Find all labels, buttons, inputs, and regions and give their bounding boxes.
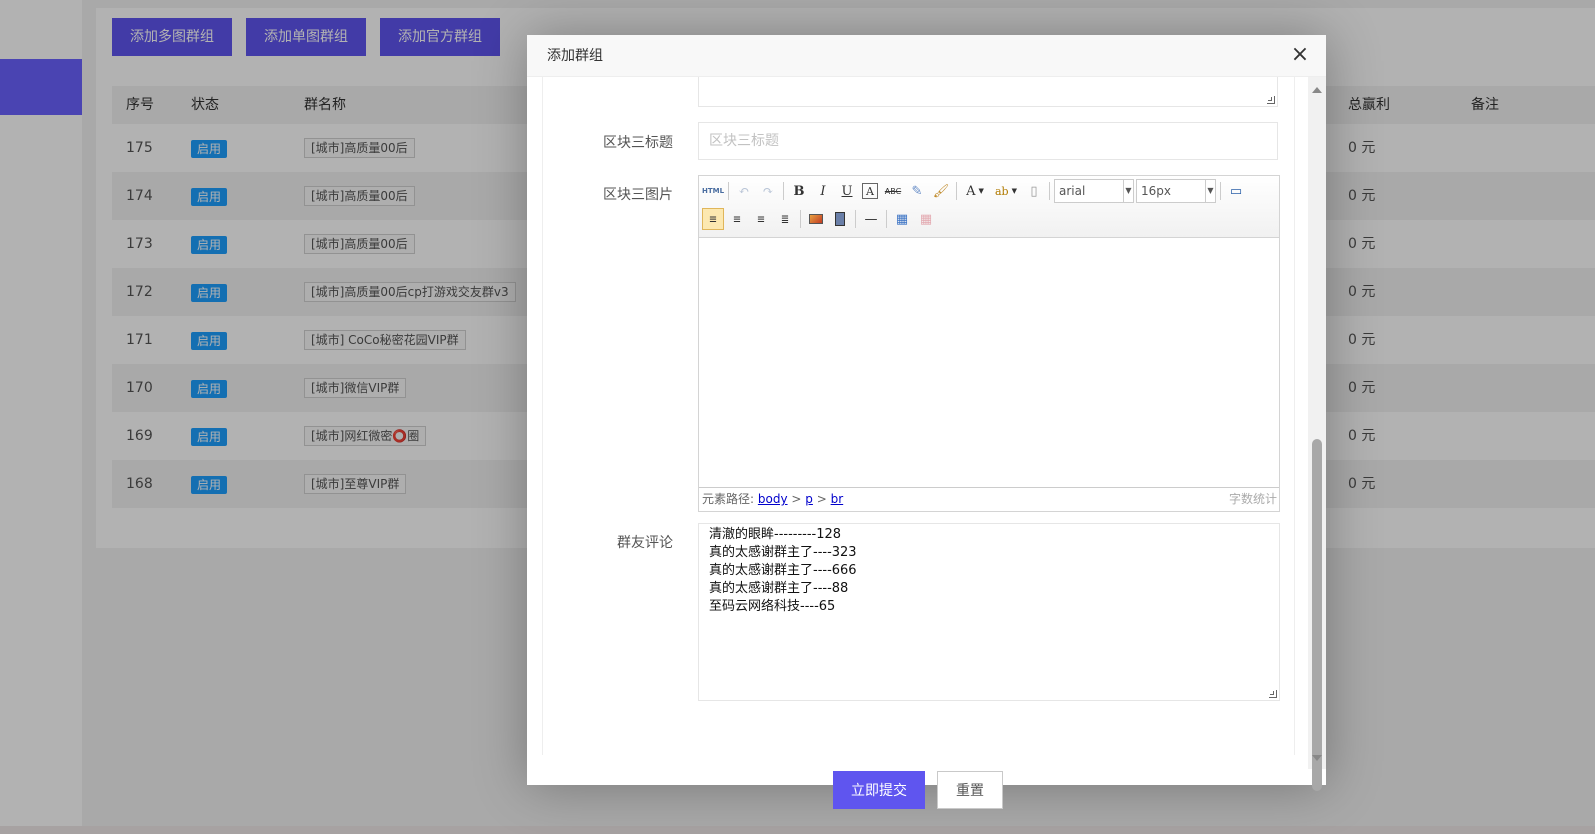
- modal-body: 区块三标题 区块三图片 HTML ↶ ↷ B I U A ABC: [527, 77, 1326, 755]
- close-icon[interactable]: ×: [1290, 44, 1310, 66]
- toolbar-divider: [728, 182, 729, 200]
- block3-title-label: 区块三标题: [603, 135, 673, 151]
- eraser-icon[interactable]: ✎: [906, 180, 928, 202]
- underline-icon[interactable]: U: [836, 180, 858, 202]
- redo-icon[interactable]: ↷: [757, 180, 779, 202]
- comments-textarea[interactable]: 清澈的眼眸---------128 真的太感谢群主了----323 真的太感谢群…: [698, 523, 1280, 701]
- chevron-down-icon: ▼: [1123, 180, 1133, 202]
- toolbar-divider: [783, 182, 784, 200]
- path-br-link[interactable]: br: [831, 492, 844, 506]
- scrollbar-thumb[interactable]: [1312, 439, 1322, 791]
- add-group-modal: 添加群组 × 区块三标题 区块三图片 HTML ↶ ↷ B: [527, 35, 1326, 809]
- toolbar-divider: [956, 182, 957, 200]
- toolbar-divider: [855, 210, 856, 228]
- font-size-select[interactable]: 16px ▼: [1136, 179, 1216, 203]
- align-left-icon[interactable]: ≡: [702, 208, 724, 230]
- submit-button[interactable]: 立即提交: [833, 771, 925, 809]
- comment-line: 真的太感谢群主了----88: [709, 581, 849, 596]
- insert-table-icon[interactable]: ▦: [891, 208, 913, 230]
- element-path-label: 元素路径:: [702, 492, 755, 506]
- path-separator: >: [816, 492, 827, 506]
- toolbar-divider: [886, 210, 887, 228]
- form-frame: 区块三标题 区块三图片 HTML ↶ ↷ B I U A ABC: [542, 77, 1295, 755]
- path-body-link[interactable]: body: [758, 492, 788, 506]
- resize-handle-icon[interactable]: [1267, 96, 1275, 104]
- rich-text-editor: HTML ↶ ↷ B I U A ABC ✎ 🖌 A ▼ ab ▼ ▯ aria…: [698, 175, 1280, 512]
- align-right-icon[interactable]: ≡: [750, 208, 772, 230]
- align-center-icon[interactable]: ≡: [726, 208, 748, 230]
- delete-table-icon[interactable]: ▦: [915, 208, 937, 230]
- comment-line: 真的太感谢群主了----323: [709, 545, 857, 560]
- comments-label: 群友评论: [617, 535, 673, 551]
- block3-title-input[interactable]: [698, 122, 1278, 160]
- undo-icon[interactable]: ↶: [733, 180, 755, 202]
- font-family-select[interactable]: arial ▼: [1054, 179, 1134, 203]
- html-source-icon[interactable]: HTML: [702, 180, 724, 202]
- italic-icon[interactable]: I: [812, 180, 834, 202]
- toolbar-row-2: ≡ ≡ ≡ ≣ — ▦ ▦: [702, 206, 939, 232]
- horizontal-rule-icon[interactable]: —: [860, 208, 882, 230]
- font-family-value: arial: [1059, 184, 1086, 198]
- previous-textarea[interactable]: [698, 77, 1278, 107]
- word-count-label: 字数统计: [1228, 492, 1277, 506]
- toolbar-row-1: HTML ↶ ↷ B I U A ABC ✎ 🖌 A ▼ ab ▼ ▯ aria…: [702, 178, 1249, 204]
- toolbar-divider: [1049, 182, 1050, 200]
- editor-toolbar: HTML ↶ ↷ B I U A ABC ✎ 🖌 A ▼ ab ▼ ▯ aria…: [699, 176, 1279, 238]
- insert-image-icon[interactable]: [805, 208, 827, 230]
- strikethrough-icon[interactable]: ABC: [882, 180, 904, 202]
- bold-icon[interactable]: B: [788, 180, 810, 202]
- modal-title: 添加群组: [547, 48, 603, 64]
- paste-plain-icon[interactable]: ▯: [1023, 180, 1045, 202]
- editor-statusbar: 元素路径: body > p > br 字数统计: [699, 487, 1279, 511]
- toolbar-divider: [1220, 182, 1221, 200]
- font-border-icon[interactable]: A: [862, 183, 878, 199]
- format-painter-icon[interactable]: 🖌: [930, 180, 952, 202]
- font-size-value: 16px: [1141, 184, 1171, 198]
- modal-header: 添加群组 ×: [527, 35, 1326, 77]
- chevron-down-icon: ▼: [1205, 180, 1215, 202]
- font-color-icon[interactable]: A ▼: [961, 180, 989, 202]
- modal-scrollbar[interactable]: [1308, 77, 1326, 791]
- scroll-up-icon[interactable]: [1312, 87, 1322, 93]
- reset-button[interactable]: 重置: [937, 771, 1003, 809]
- comment-line: 清澈的眼眸---------128: [709, 527, 842, 542]
- highlight-color-icon[interactable]: ab ▼: [991, 180, 1021, 202]
- path-p-link[interactable]: p: [805, 492, 813, 506]
- resize-handle-icon[interactable]: [1269, 690, 1277, 698]
- modal-footer: 立即提交 重置: [527, 755, 1326, 825]
- path-separator: >: [791, 492, 802, 506]
- comment-line: 真的太感谢群主了----666: [709, 563, 857, 578]
- toolbar-divider: [800, 210, 801, 228]
- editor-content-area[interactable]: [699, 239, 1279, 485]
- fullscreen-icon[interactable]: ▭: [1225, 180, 1247, 202]
- comment-line: 至码云网络科技----65: [709, 599, 836, 614]
- block3-image-label: 区块三图片: [603, 187, 673, 203]
- align-justify-icon[interactable]: ≣: [774, 208, 796, 230]
- insert-video-icon[interactable]: [829, 208, 851, 230]
